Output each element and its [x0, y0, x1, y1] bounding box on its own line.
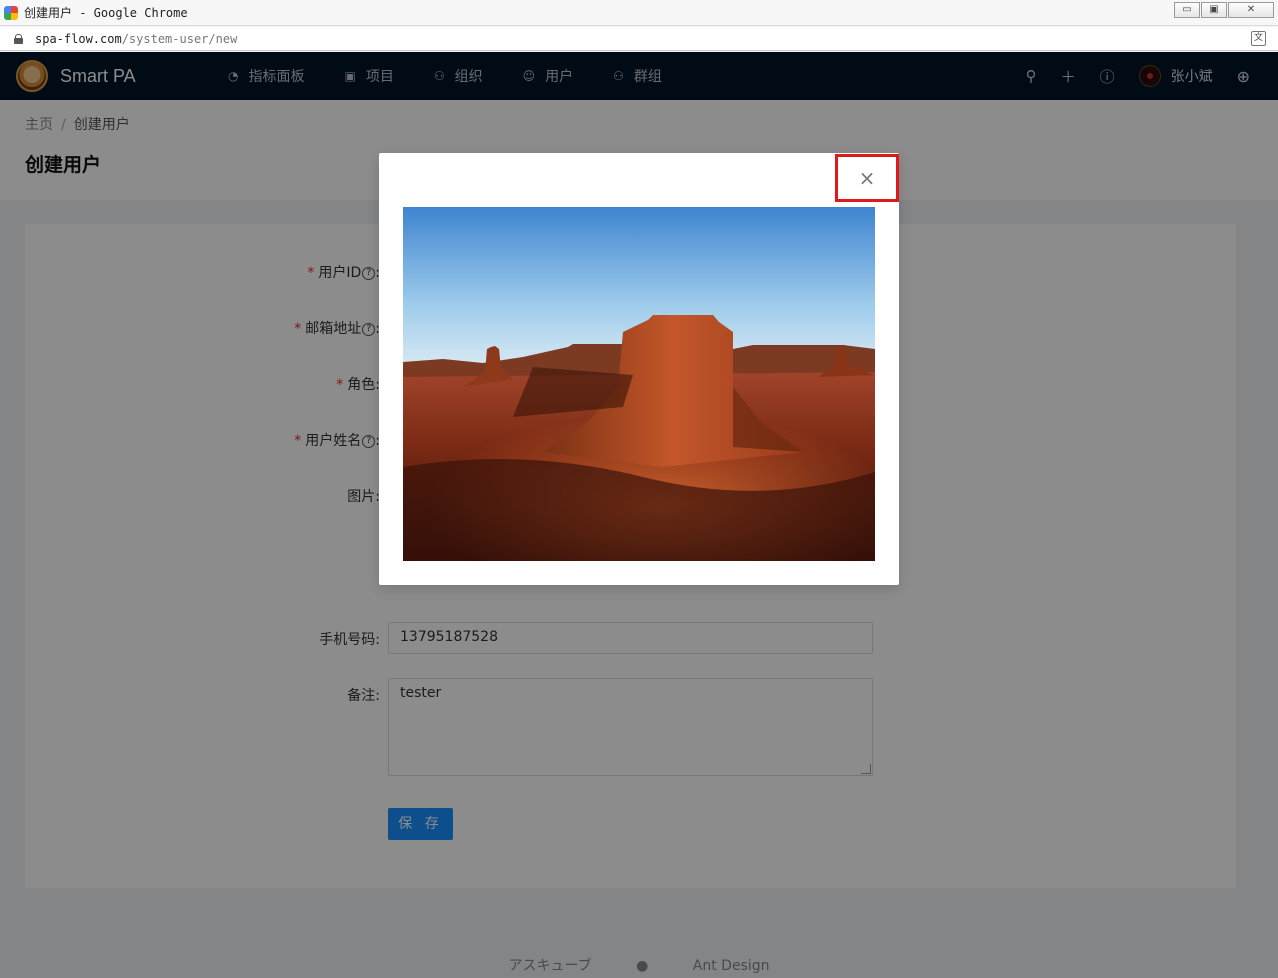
lock-icon [14, 33, 23, 44]
close-window-button[interactable]: ✕ [1228, 2, 1274, 18]
desert-landscape-image [403, 207, 875, 561]
minimize-button[interactable]: ▭ [1174, 2, 1200, 18]
window-controls: ▭ ▣ ✕ [1173, 2, 1274, 18]
maximize-button[interactable]: ▣ [1201, 2, 1227, 18]
chrome-app-icon [4, 5, 18, 20]
url-text[interactable]: spa-flow.com/system-user/new [35, 32, 237, 46]
url-path: /system-user/new [121, 31, 238, 46]
preview-image [403, 207, 875, 561]
window-title: 创建用户 - Google Chrome [24, 6, 188, 20]
address-bar[interactable]: spa-flow.com/system-user/new 文 [0, 27, 1278, 51]
modal-close-button[interactable]: × [835, 154, 899, 202]
url-host: spa-flow.com [35, 31, 122, 46]
image-preview-modal: × [379, 153, 899, 585]
translate-icon[interactable]: 文 [1251, 31, 1266, 46]
close-icon: × [858, 166, 876, 190]
window-titlebar: 创建用户 - Google Chrome ▭ ▣ ✕ [0, 0, 1278, 26]
